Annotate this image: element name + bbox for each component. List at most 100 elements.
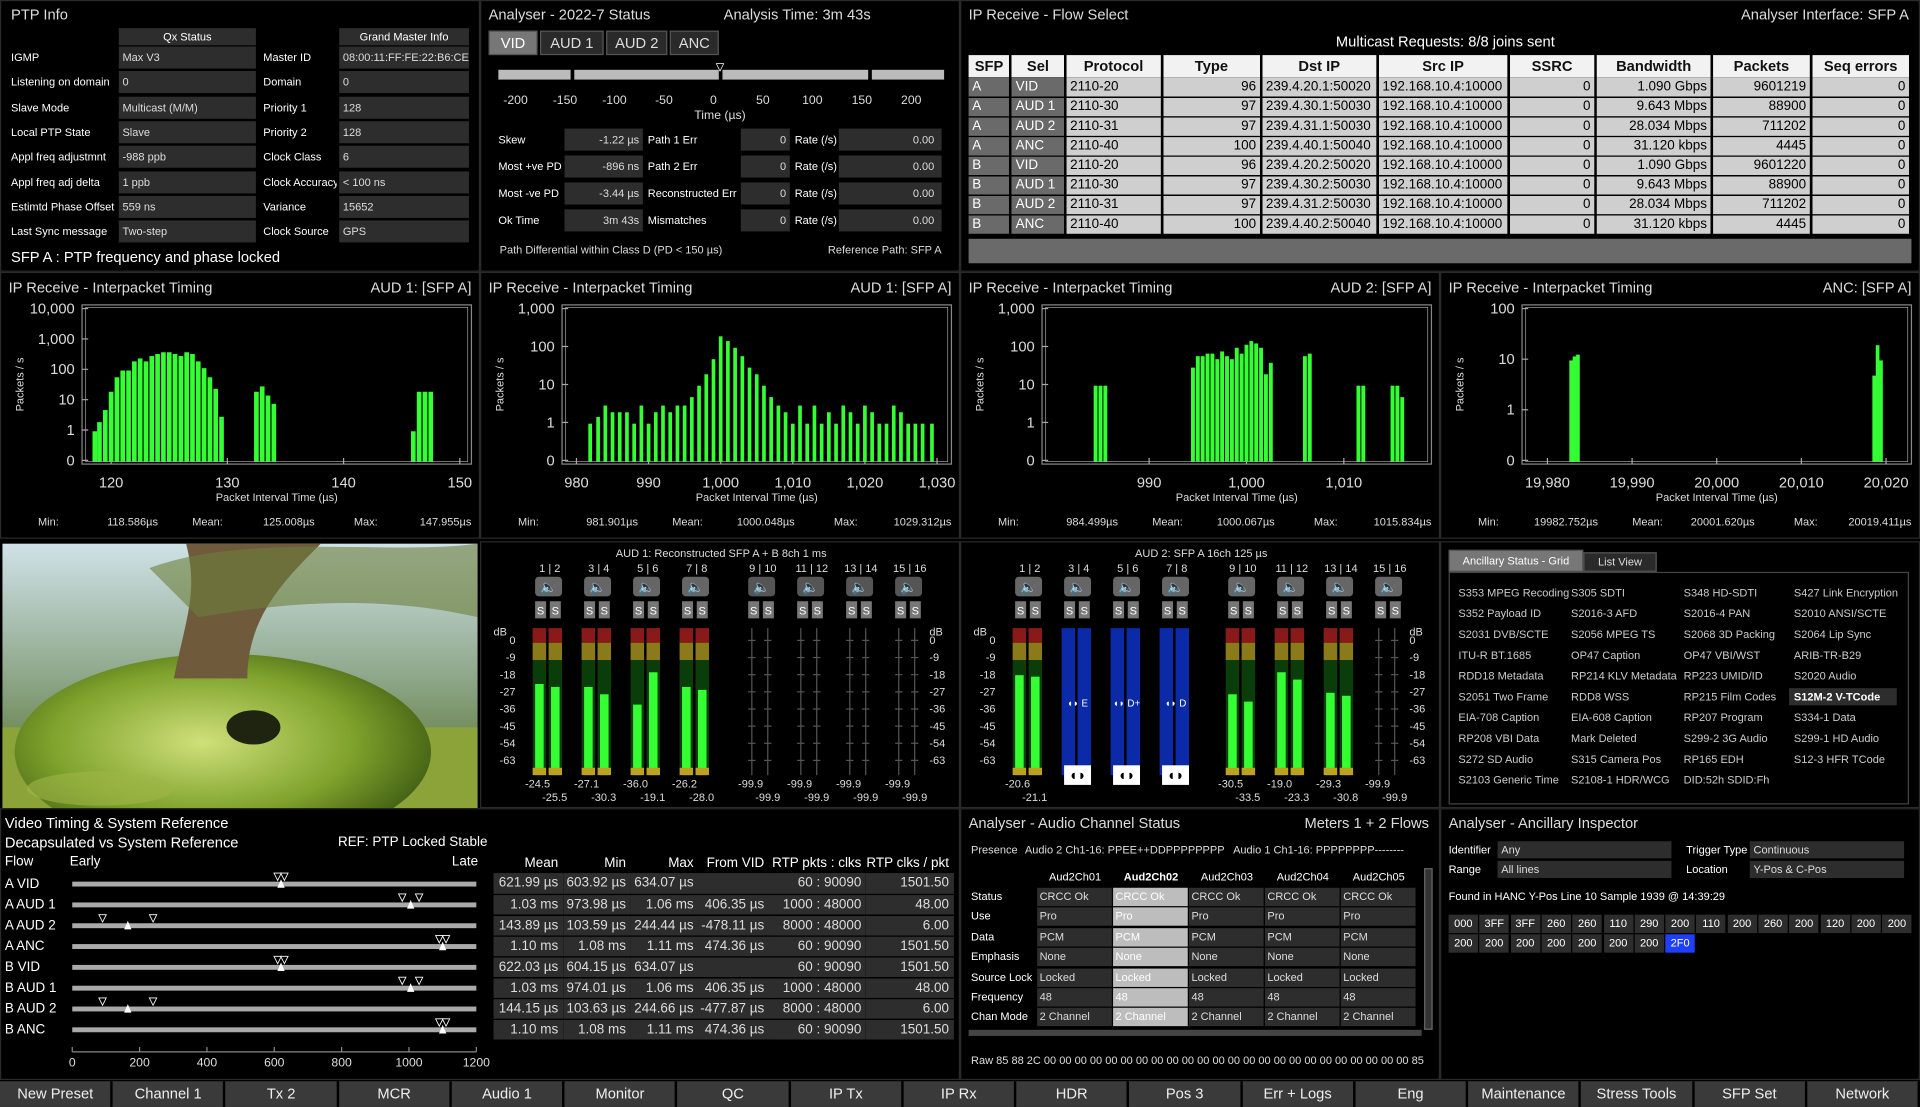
- anc-status-item[interactable]: S2016-3 AFD: [1566, 605, 1671, 622]
- hex-word[interactable]: 000: [1448, 914, 1478, 934]
- tab-aud-2[interactable]: AUD 2: [606, 30, 668, 56]
- anc-status-item[interactable]: EIA-608 Caption: [1566, 709, 1671, 726]
- channel-col-header[interactable]: Aud2Ch03: [1189, 868, 1265, 885]
- anc-status-item[interactable]: RP223 UMID/ID: [1679, 667, 1784, 684]
- anc-status-item[interactable]: S352 Payload ID: [1453, 605, 1558, 622]
- tab-ancillary-grid[interactable]: Ancillary Status - Grid: [1448, 549, 1584, 572]
- hex-word[interactable]: 260: [1758, 914, 1788, 934]
- channel-col-header[interactable]: Aud2Ch01: [1037, 868, 1113, 885]
- anc-status-item[interactable]: S348 HD-SDTI: [1679, 584, 1784, 601]
- hex-word[interactable]: 200: [1851, 914, 1881, 934]
- preset-button-channel-1[interactable]: Channel 1: [112, 1081, 226, 1107]
- anc-status-item[interactable]: S2031 DVB/SCTE: [1453, 626, 1558, 643]
- location-field[interactable]: Y-Pos & C-Pos: [1749, 860, 1905, 878]
- anc-status-item[interactable]: S2056 MPEG TS: [1566, 626, 1671, 643]
- preset-button-err-logs[interactable]: Err + Logs: [1242, 1081, 1356, 1107]
- hex-word[interactable]: 200: [1541, 934, 1571, 953]
- hex-word[interactable]: 200: [1634, 934, 1664, 953]
- hex-word[interactable]: 3FF: [1510, 914, 1540, 934]
- anc-status-item[interactable]: S2108-1 HDR/WCG: [1566, 771, 1671, 788]
- anc-status-item[interactable]: S315 Camera Pos: [1566, 751, 1671, 768]
- preset-button-new-preset[interactable]: New Preset: [0, 1081, 113, 1107]
- anc-status-item[interactable]: S334-1 Data: [1789, 709, 1894, 726]
- identifier-field[interactable]: Any: [1497, 841, 1672, 859]
- anc-status-item[interactable]: DID:52h SDID:Fh: [1679, 771, 1784, 788]
- anc-status-item[interactable]: RP208 VBI Data: [1453, 730, 1558, 747]
- anc-status-item[interactable]: S2064 Lip Sync: [1789, 626, 1894, 643]
- preset-button-ip-rx[interactable]: IP Rx: [903, 1081, 1017, 1107]
- anc-status-item[interactable]: S305 SDTI: [1566, 584, 1671, 601]
- hex-word[interactable]: 3FF: [1479, 914, 1509, 934]
- flow-row[interactable]: A VID 2110-20 96 239.4.20.1:50020 192.168.10.…: [968, 77, 1912, 98]
- flow-row[interactable]: A AUD 2 2110-31 97 239.4.31.1:50030 192.168.1…: [968, 116, 1912, 137]
- flow-row[interactable]: B AUD 2 2110-31 97 239.4.31.2:50030 192.168.1…: [968, 194, 1912, 215]
- hex-word[interactable]: 290: [1634, 914, 1664, 934]
- channel-col-header[interactable]: Aud2Ch04: [1265, 868, 1341, 885]
- anc-status-item[interactable]: S12-3 HFR TCode: [1789, 751, 1894, 768]
- preset-button-hdr[interactable]: HDR: [1016, 1081, 1130, 1107]
- anc-status-item[interactable]: OP47 VBI/WST: [1679, 647, 1784, 664]
- trigger-type-field[interactable]: Continuous: [1749, 841, 1905, 859]
- preset-button-tx-2[interactable]: Tx 2: [225, 1081, 339, 1107]
- anc-status-item[interactable]: RDD8 WSS: [1566, 688, 1671, 705]
- tab-anc[interactable]: ANC: [669, 30, 719, 56]
- flow-row[interactable]: B AUD 1 2110-30 97 239.4.30.2:50030 192.168.1…: [968, 175, 1912, 196]
- flow-row[interactable]: B ANC 2110-40 100 239.4.40.2:50040 192.168.10…: [968, 214, 1912, 235]
- preset-button-audio-1[interactable]: Audio 1: [451, 1081, 565, 1107]
- tab-list-view[interactable]: List View: [1583, 552, 1657, 572]
- hex-word[interactable]: 200: [1727, 914, 1757, 934]
- horizontal-scrollbar[interactable]: [968, 1029, 1422, 1036]
- anc-status-item[interactable]: S299-2 3G Audio: [1679, 730, 1784, 747]
- flow-row[interactable]: B VID 2110-20 96 239.4.20.2:50020 192.168.10.…: [968, 155, 1912, 176]
- anc-status-item[interactable]: S299-1 HD Audio: [1789, 730, 1894, 747]
- anc-status-item[interactable]: S2016-4 PAN: [1679, 605, 1784, 622]
- hex-word[interactable]: 200: [1603, 934, 1633, 953]
- flow-row[interactable]: A ANC 2110-40 100 239.4.40.1:50040 192.168.10…: [968, 135, 1912, 157]
- preset-button-ip-tx[interactable]: IP Tx: [790, 1081, 904, 1107]
- anc-status-item[interactable]: ARIB-TR-B29: [1789, 647, 1894, 664]
- channel-col-header[interactable]: Aud2Ch05: [1341, 868, 1417, 885]
- hex-word[interactable]: 200: [1448, 934, 1478, 953]
- anc-status-item[interactable]: S2068 3D Packing: [1679, 626, 1784, 643]
- preset-button-network[interactable]: Network: [1807, 1081, 1920, 1107]
- preset-button-sfp-set[interactable]: SFP Set: [1694, 1081, 1808, 1107]
- preset-button-maintenance[interactable]: Maintenance: [1468, 1081, 1582, 1107]
- hex-word[interactable]: 200: [1510, 934, 1540, 953]
- anc-status-item[interactable]: Mark Deleted: [1566, 730, 1671, 747]
- anc-status-item[interactable]: S353 MPEG Recoding: [1453, 584, 1569, 601]
- preset-button-qc[interactable]: QC: [677, 1081, 791, 1107]
- anc-status-item[interactable]: ITU-R BT.1685: [1453, 647, 1558, 664]
- tab-vid[interactable]: VID: [488, 30, 538, 56]
- hex-word[interactable]: 200: [1789, 914, 1819, 934]
- anc-status-item[interactable]: S2010 ANSI/SCTE: [1789, 605, 1894, 622]
- hex-word[interactable]: 260: [1541, 914, 1571, 934]
- flow-row[interactable]: A AUD 1 2110-30 97 239.4.30.1:50030 192.168.1…: [968, 96, 1912, 117]
- anc-status-item[interactable]: S2020 Audio: [1789, 667, 1894, 684]
- channel-col-header[interactable]: Aud2Ch02: [1113, 868, 1189, 885]
- hex-word[interactable]: 200: [1572, 934, 1602, 953]
- anc-status-item[interactable]: S272 SD Audio: [1453, 751, 1558, 768]
- preset-button-mcr[interactable]: MCR: [338, 1081, 452, 1107]
- anc-status-item[interactable]: RP215 Film Codes: [1679, 688, 1784, 705]
- anc-status-item[interactable]: S12M-2 V-TCode: [1788, 688, 1897, 706]
- anc-status-item[interactable]: S2051 Two Frame: [1453, 688, 1558, 705]
- hex-word[interactable]: 200: [1479, 934, 1509, 953]
- anc-status-item[interactable]: OP47 Caption: [1566, 647, 1671, 664]
- hex-word[interactable]: 2F0: [1665, 934, 1695, 953]
- hex-word[interactable]: 120: [1820, 914, 1850, 934]
- hex-word[interactable]: 200: [1882, 914, 1912, 934]
- anc-status-item[interactable]: RDD18 Metadata: [1453, 667, 1558, 684]
- hex-word[interactable]: 110: [1696, 914, 1726, 934]
- preset-button-stress-tools[interactable]: Stress Tools: [1581, 1081, 1695, 1107]
- preset-button-monitor[interactable]: Monitor: [564, 1081, 678, 1107]
- preset-button-pos-3[interactable]: Pos 3: [1129, 1081, 1243, 1107]
- anc-status-item[interactable]: RP165 EDH: [1679, 751, 1784, 768]
- anc-status-item[interactable]: S2103 Generic Time: [1453, 771, 1558, 788]
- anc-status-item[interactable]: EIA-708 Caption: [1453, 709, 1558, 726]
- hex-word[interactable]: 200: [1665, 914, 1695, 934]
- channel-scrollbar[interactable]: [1424, 868, 1433, 1030]
- anc-status-item[interactable]: S427 Link Encryption: [1789, 584, 1898, 601]
- range-field[interactable]: All lines: [1497, 860, 1672, 878]
- hex-word[interactable]: 110: [1603, 914, 1633, 934]
- preset-button-eng[interactable]: Eng: [1355, 1081, 1469, 1107]
